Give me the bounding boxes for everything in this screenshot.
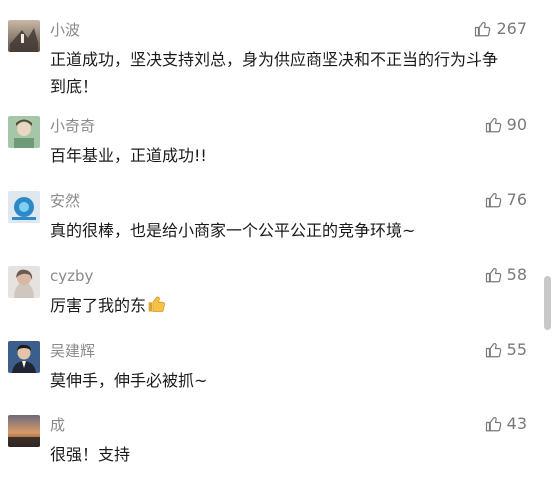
like-button[interactable]: 43 — [485, 413, 527, 435]
like-count: 90 — [506, 115, 527, 134]
thumbs-up-outline-icon — [485, 193, 501, 208]
thumbs-up-emoji-icon — [147, 294, 167, 322]
like-count: 267 — [496, 19, 527, 38]
photo-avatar-icon — [8, 191, 40, 223]
like-button[interactable]: 90 — [485, 114, 527, 136]
commenter-name[interactable]: cyzby — [50, 266, 93, 286]
like-count: 58 — [506, 265, 527, 284]
like-button[interactable]: 76 — [485, 189, 527, 211]
comment-text: 真的很棒，也是给小商家一个公平公正的竞争环境~ — [50, 221, 416, 240]
photo-avatar-icon — [8, 341, 40, 373]
like-count: 55 — [506, 340, 527, 359]
like-count: 76 — [506, 190, 527, 209]
commenter-name[interactable]: 小波 — [50, 20, 80, 40]
comment-list: 小波 267 正道成功，坚决支持刘总，身为供应商坚决和不正当的行为斗争到底！ 小… — [0, 0, 557, 482]
thumbs-up-outline-icon — [485, 118, 501, 133]
photo-avatar-icon — [8, 116, 40, 148]
like-button[interactable]: 58 — [485, 264, 527, 286]
like-count: 43 — [506, 414, 527, 433]
comment-text: 很强！支持 — [50, 445, 131, 464]
comment-text: 厉害了我的东 — [50, 292, 510, 322]
avatar[interactable] — [8, 191, 40, 223]
comment-text: 莫伸手，伸手必被抓~ — [50, 371, 208, 390]
like-button[interactable]: 55 — [485, 339, 527, 361]
thumbs-up-outline-icon — [485, 268, 501, 283]
comment-text-content: 厉害了我的东 — [50, 296, 147, 315]
thumbs-up-outline-icon — [485, 343, 501, 358]
photo-avatar-icon — [8, 20, 40, 52]
commenter-name[interactable]: 成 — [50, 415, 65, 435]
avatar[interactable] — [8, 20, 40, 52]
avatar[interactable] — [8, 116, 40, 148]
scrollbar[interactable] — [544, 276, 551, 330]
comment-text: 百年基业，正道成功!! — [50, 146, 207, 165]
thumbs-up-outline-icon — [485, 417, 501, 432]
avatar[interactable] — [8, 415, 40, 447]
photo-avatar-icon — [8, 266, 40, 298]
avatar[interactable] — [8, 341, 40, 373]
commenter-name[interactable]: 吴建辉 — [50, 341, 95, 361]
photo-avatar-icon — [8, 415, 40, 447]
thumbs-up-outline-icon — [475, 22, 491, 37]
avatar[interactable] — [8, 266, 40, 298]
comment-text: 正道成功，坚决支持刘总，身为供应商坚决和不正当的行为斗争到底！ — [50, 50, 499, 96]
commenter-name[interactable]: 小奇奇 — [50, 116, 95, 136]
commenter-name[interactable]: 安然 — [50, 191, 80, 211]
like-button[interactable]: 267 — [474, 18, 527, 40]
